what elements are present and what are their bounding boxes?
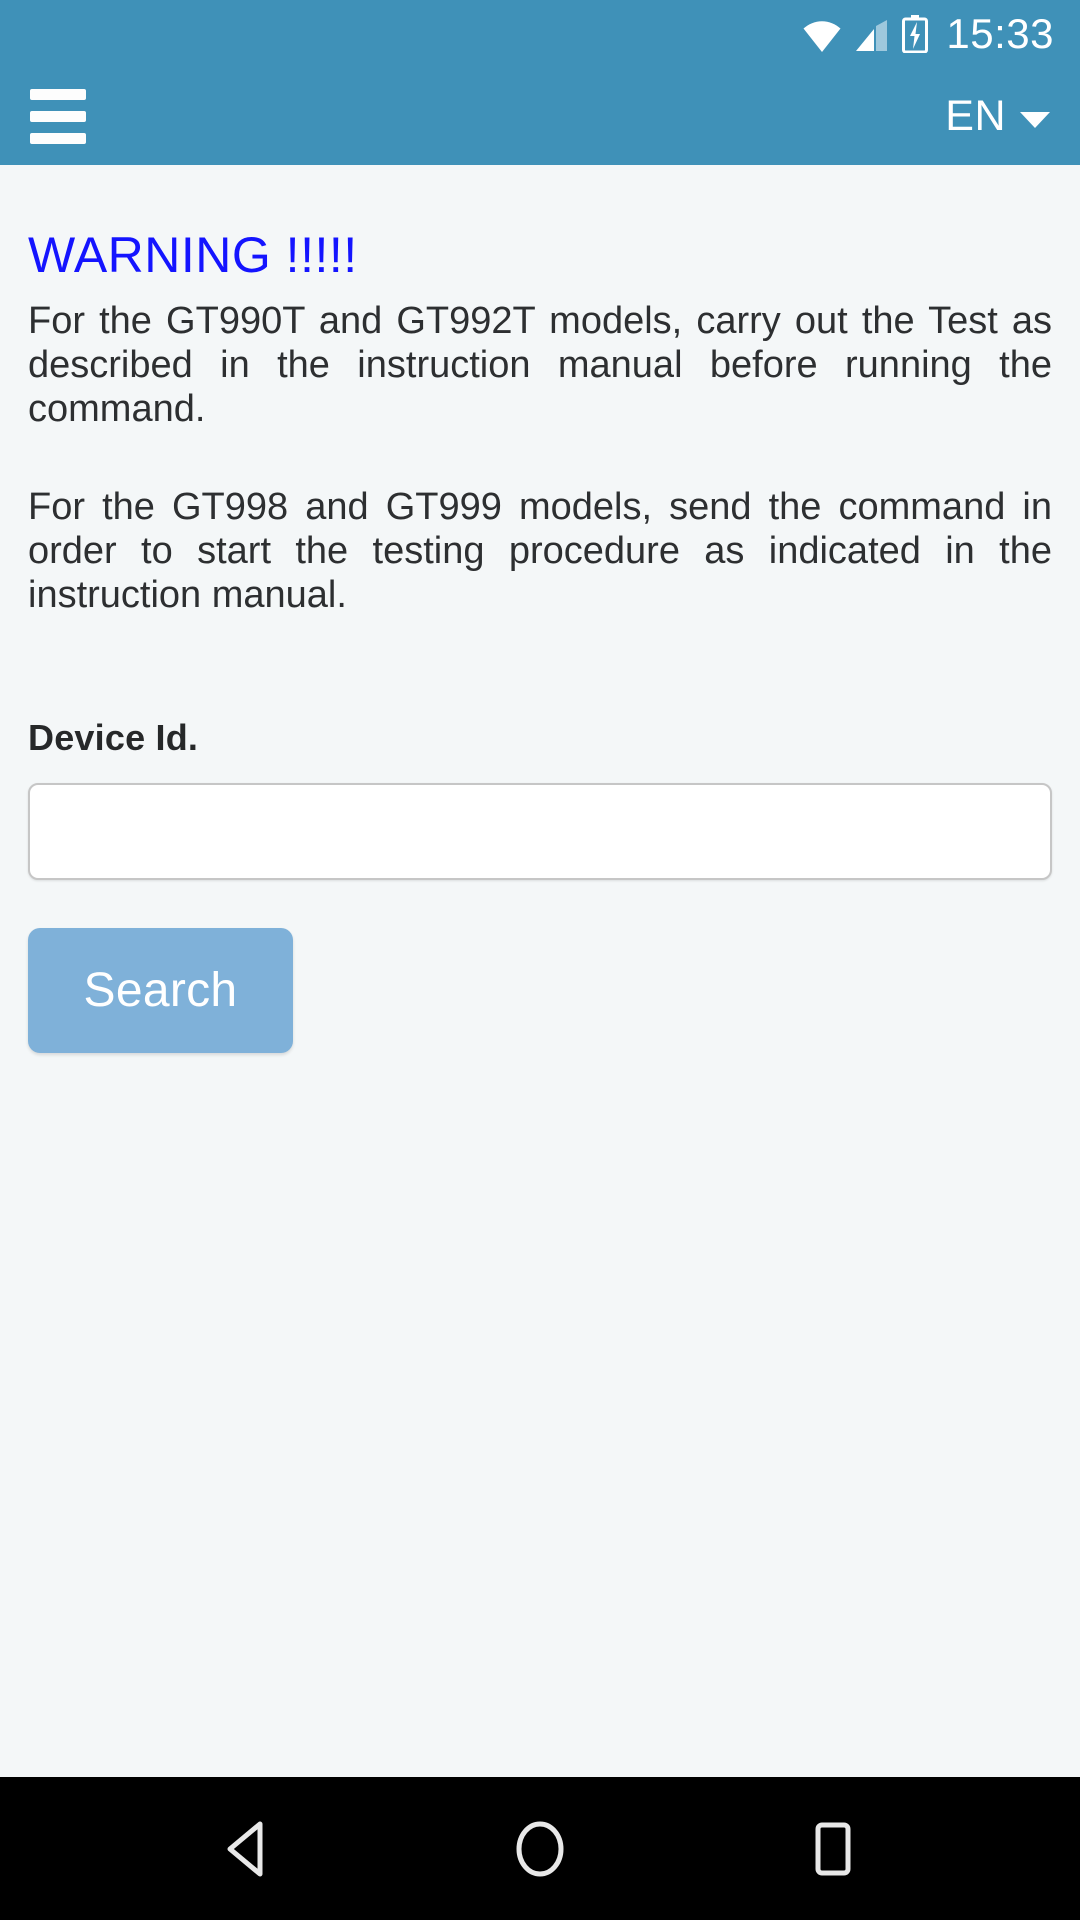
language-selector[interactable]: EN [943,89,1052,144]
status-bar: 15:33 [0,0,1080,68]
hamburger-menu-icon[interactable] [30,89,86,144]
warning-paragraph-1: For the GT990T and GT992T models, carry … [28,300,1052,431]
wifi-icon [803,21,841,52]
app-bar: EN [0,68,1080,165]
main-content: WARNING !!!!! For the GT990T and GT992T … [0,165,1080,1777]
home-icon[interactable] [480,1789,600,1909]
back-icon[interactable] [187,1789,307,1909]
warning-paragraph-2: For the GT998 and GT999 models, send the… [28,486,1052,617]
hamburger-bar [30,111,86,122]
device-id-input[interactable] [28,783,1052,881]
device-id-label: Device Id. [28,717,199,759]
android-navigation-bar [0,1777,1080,1920]
hamburger-bar [30,89,86,100]
battery-charging-icon [902,15,929,53]
status-bar-clock: 15:33 [946,10,1054,57]
warning-title: WARNING !!!!! [28,227,358,283]
language-selector-label: EN [945,92,1006,140]
recents-icon[interactable] [773,1789,893,1909]
cell-signal-icon [856,20,888,51]
chevron-down-icon [1020,111,1050,128]
search-button[interactable]: Search [28,928,293,1054]
phone-screen: 15:33 EN WARNING !!!!! For the GT990T an… [0,0,1080,1920]
hamburger-bar [30,133,86,144]
status-bar-icons [802,15,929,53]
